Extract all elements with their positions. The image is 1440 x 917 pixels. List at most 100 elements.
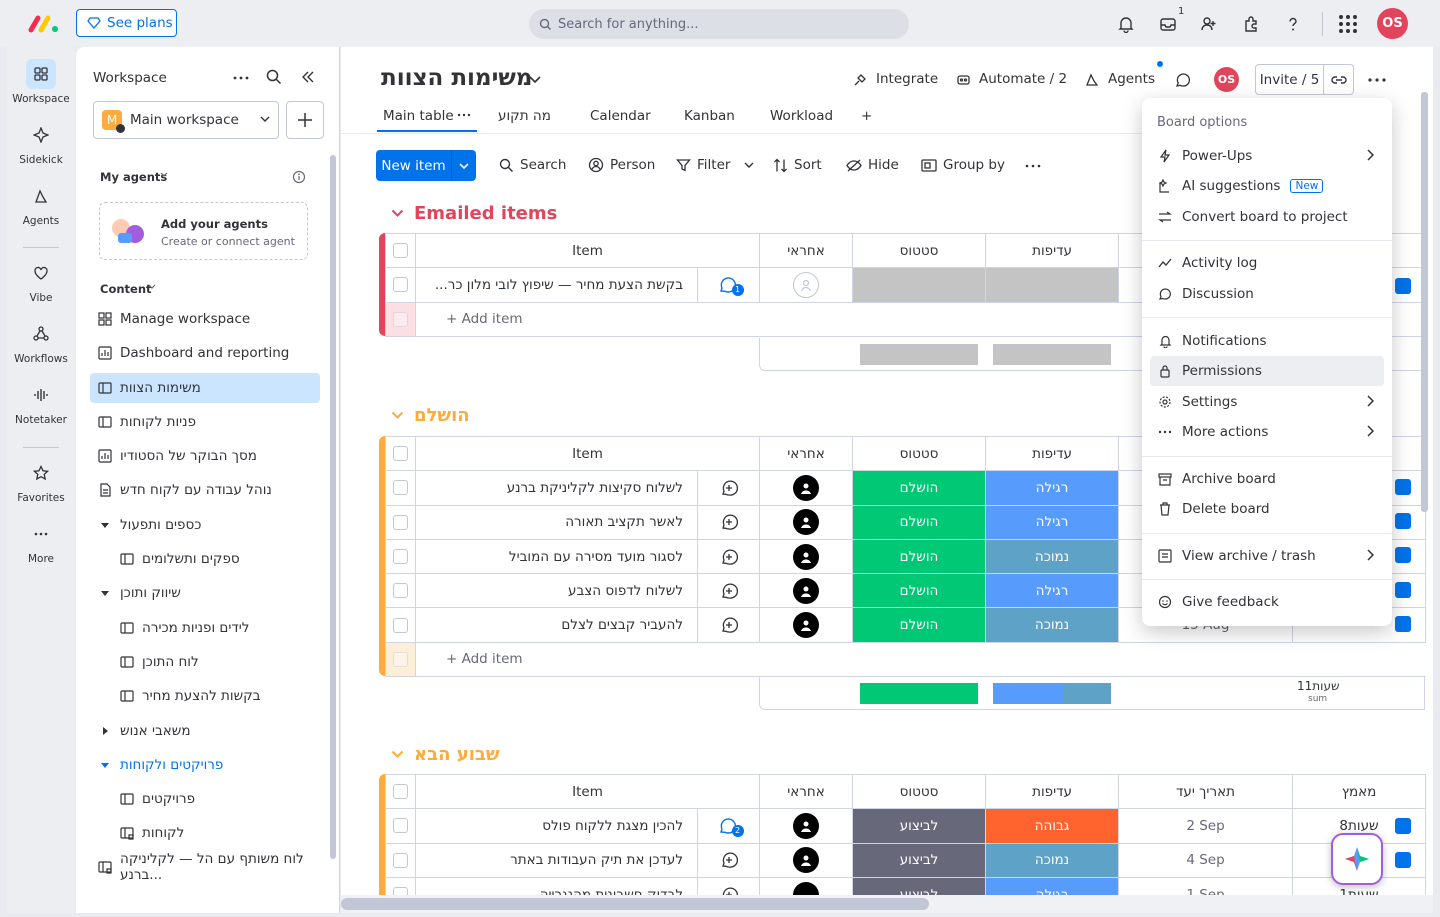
updates-chat-icon[interactable] — [1174, 71, 1192, 89]
status-cell[interactable]: הושלם — [852, 573, 987, 609]
item-name-cell[interactable]: לסגור מועד מסירה עם המוביל — [415, 538, 698, 575]
row-checkbox[interactable] — [385, 842, 416, 878]
item-name-cell[interactable]: לעדכן את תיק העבודות באתר — [415, 842, 698, 878]
table-row[interactable]: להכין מצגת ללקוח פולס 2 לביצוע גבוהה 2 S… — [385, 808, 1427, 844]
priority-cell[interactable] — [985, 267, 1120, 303]
status-cell[interactable]: הושלם — [852, 470, 987, 506]
column-header-item[interactable]: Item — [414, 773, 761, 810]
sidebar-item-content-board[interactable]: לוח התוכן — [112, 647, 320, 677]
sidebar-item-dashboard[interactable]: Dashboard and reporting — [90, 338, 320, 368]
menu-item-settings[interactable]: Settings — [1150, 387, 1384, 417]
rail-item-workspace[interactable]: Workspace — [7, 59, 75, 105]
sidebar-item-new-client-procedure[interactable]: נוהל עבודה עם לקוח חדש — [90, 475, 320, 505]
rail-item-favorites[interactable]: Favorites — [7, 458, 75, 504]
row-checkbox[interactable] — [385, 470, 416, 506]
item-name-cell[interactable]: להעביר קבצים לצלם — [415, 607, 698, 643]
user-avatar[interactable]: OS — [1377, 8, 1408, 39]
inbox-icon[interactable] — [1157, 13, 1179, 35]
priority-cell[interactable]: רגילה — [985, 573, 1120, 609]
person-filter-button[interactable]: Person — [588, 151, 655, 179]
status-cell[interactable]: הושלם — [852, 538, 987, 575]
due-date-cell[interactable]: 4 Sep — [1118, 842, 1294, 878]
tab-workload[interactable]: Workload — [770, 108, 833, 124]
menu-item-permissions[interactable]: Permissions — [1150, 356, 1384, 386]
owner-cell[interactable] — [759, 470, 854, 506]
filter-button[interactable]: Filter — [676, 151, 754, 179]
collapse-panel-icon[interactable] — [301, 70, 315, 84]
sidebar-item-projects[interactable]: פרויקטים — [112, 784, 320, 814]
select-all-checkbox[interactable] — [385, 435, 416, 472]
row-open-icon[interactable] — [1395, 513, 1411, 529]
sidebar-item-leads[interactable]: לידים ופניות מכירה — [112, 613, 320, 643]
column-header-due-date[interactable]: תאריך יעד — [1118, 773, 1294, 810]
board-user-avatar[interactable]: OS — [1214, 67, 1239, 92]
column-header-status[interactable]: סטטוס — [852, 773, 987, 810]
priority-cell[interactable]: רגילה — [985, 470, 1120, 506]
integrate-button[interactable]: Integrate — [853, 71, 938, 87]
workspace-selector[interactable]: M Main workspace — [93, 101, 279, 139]
menu-item-power-ups[interactable]: Power-Ups — [1150, 141, 1384, 171]
owner-cell[interactable] — [759, 504, 854, 540]
group-header-next-week[interactable]: שבוע הבא — [391, 744, 500, 765]
search-button[interactable]: Search — [499, 151, 566, 179]
add-update-icon[interactable] — [696, 538, 761, 575]
column-header-priority[interactable]: עדיפות — [985, 232, 1120, 269]
chevron-down-icon[interactable] — [452, 150, 476, 181]
owner-cell[interactable] — [759, 573, 854, 609]
board-options-icon[interactable] — [1367, 73, 1391, 87]
priority-cell[interactable]: נמוכה — [985, 842, 1120, 878]
sidebar-folder-finance[interactable]: כספים ותפעול — [90, 510, 320, 540]
priority-cell[interactable]: גבוהה — [985, 808, 1120, 844]
see-plans-button[interactable]: See plans — [76, 9, 177, 37]
my-agents-heading[interactable]: My agents — [100, 170, 167, 184]
row-open-icon[interactable] — [1395, 278, 1411, 294]
column-header-owner[interactable]: אחראי — [759, 435, 854, 472]
column-header-status[interactable]: סטטוס — [852, 435, 987, 472]
menu-item-notifications[interactable]: Notifications — [1150, 326, 1384, 356]
invite-members-icon[interactable] — [1198, 13, 1220, 35]
group-header-emailed-items[interactable]: Emailed items — [391, 203, 557, 224]
add-update-icon[interactable] — [696, 470, 761, 506]
sidebar-item-customer-requests[interactable]: פניות לקוחות — [90, 407, 320, 437]
column-header-effort[interactable]: מאמץ — [1292, 773, 1427, 810]
item-name-cell[interactable]: להכין מצגת ללקוח פולס — [415, 808, 698, 844]
add-item-input[interactable]: + Add item — [414, 641, 1426, 678]
add-view-button[interactable]: + — [861, 108, 872, 124]
sidebar-item-studio-morning[interactable]: מסך הבוקר של הסטודיו — [90, 441, 320, 471]
status-cell[interactable]: לביצוע — [852, 808, 987, 844]
sidebar-item-suppliers[interactable]: ספקים ותשלומים — [112, 544, 320, 574]
add-agents-card[interactable]: Add your agents Create or connect agent — [99, 202, 308, 260]
tab-main-table[interactable]: Main table — [383, 108, 454, 124]
group-by-button[interactable]: Group by — [921, 151, 1005, 179]
select-all-checkbox[interactable] — [385, 232, 416, 269]
copy-link-icon[interactable] — [1324, 65, 1353, 94]
menu-item-give-feedback[interactable]: Give feedback — [1150, 587, 1384, 617]
column-header-item[interactable]: Item — [414, 435, 761, 472]
sidebar-scrollbar[interactable] — [330, 155, 336, 859]
row-open-icon[interactable] — [1395, 479, 1411, 495]
chevron-down-icon[interactable] — [391, 209, 404, 218]
rail-item-vibe[interactable]: Vibe — [7, 258, 75, 304]
column-header-item[interactable]: Item — [414, 232, 761, 269]
chevron-down-icon[interactable] — [529, 75, 541, 84]
row-checkbox[interactable] — [385, 267, 416, 303]
column-header-status[interactable]: סטטוס — [852, 232, 987, 269]
item-name-cell[interactable]: לשלוח סקיצות לקליניקת ברנע — [415, 470, 698, 506]
column-header-priority[interactable]: עדיפות — [985, 773, 1120, 810]
search-icon[interactable] — [266, 69, 282, 85]
row-checkbox[interactable] — [385, 808, 416, 844]
item-name-cell[interactable]: לאשר תקציב תאורה — [415, 504, 698, 540]
sidebar-folder-hr[interactable]: משאבי אנוש — [90, 716, 320, 746]
menu-item-more-actions[interactable]: More actions — [1150, 417, 1384, 447]
global-search-input[interactable]: Search for anything... — [529, 9, 909, 39]
owner-cell[interactable] — [759, 267, 854, 303]
menu-item-ai-suggestions[interactable]: AI suggestions New — [1150, 171, 1384, 201]
chevron-down-icon[interactable] — [391, 750, 404, 759]
menu-item-archive-board[interactable]: Archive board — [1150, 464, 1384, 494]
column-header-owner[interactable]: אחראי — [759, 232, 854, 269]
agents-button[interactable]: Agents — [1085, 71, 1155, 87]
menu-item-convert-board[interactable]: Convert board to project — [1150, 202, 1384, 232]
sidebar-item-team-tasks[interactable]: משימות הצוות — [90, 373, 320, 403]
group-header-done[interactable]: הושלם — [391, 405, 470, 426]
chevron-down-icon[interactable] — [744, 161, 754, 169]
